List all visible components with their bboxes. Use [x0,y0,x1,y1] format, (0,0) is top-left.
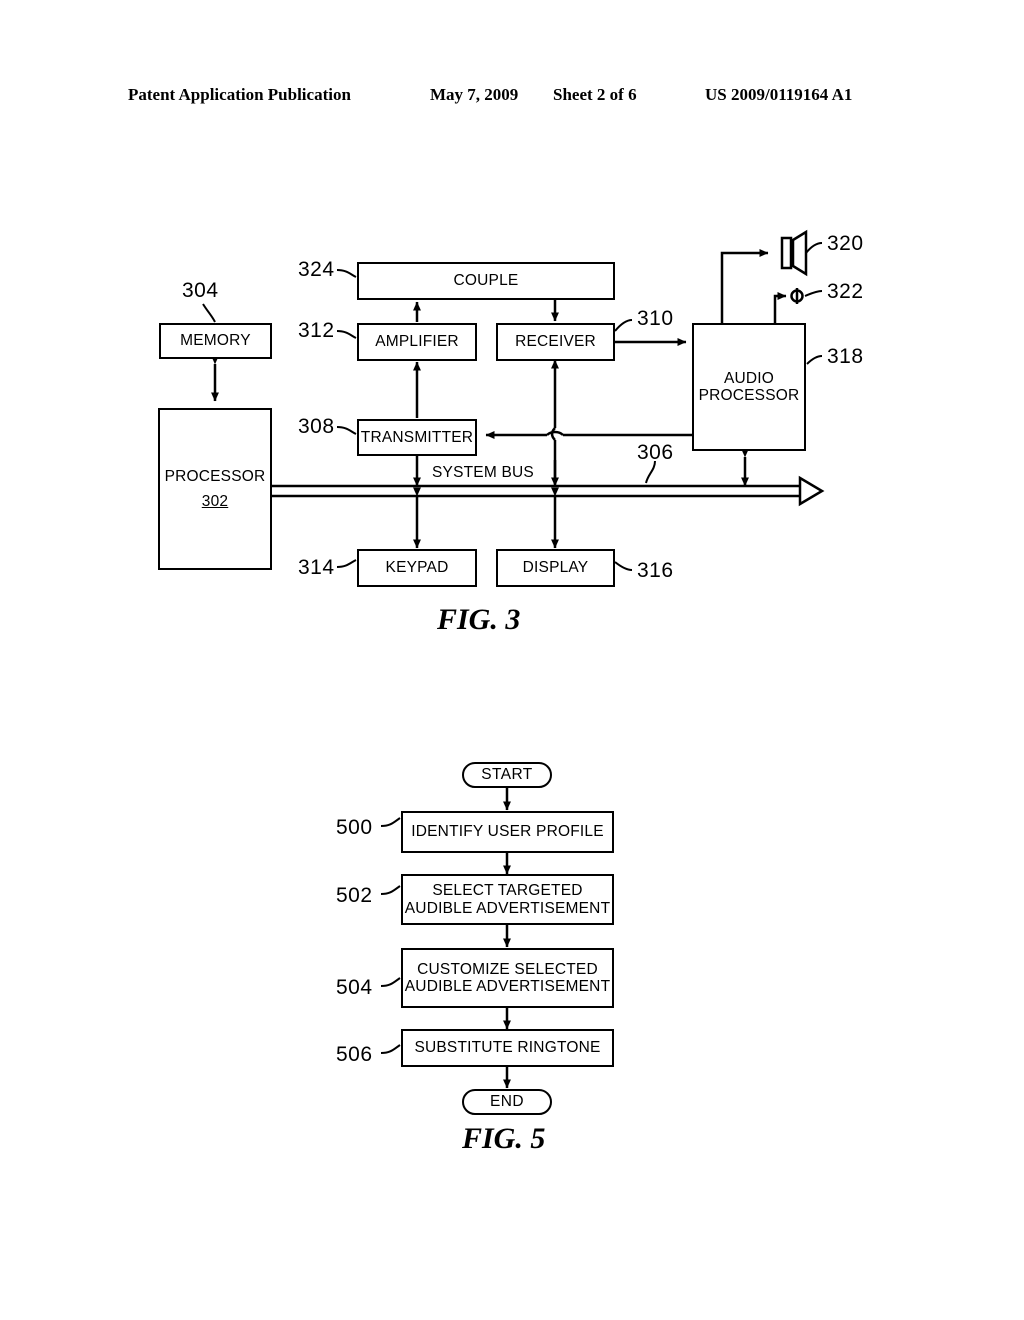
block-amplifier-label: AMPLIFIER [375,333,459,351]
flow-step-504-line1: CUSTOMIZE SELECTED [417,960,598,978]
flow-step-504-line2: AUDIBLE ADVERTISEMENT [404,978,611,995]
refnum-310-receiver: 310 [637,307,674,330]
flow-end-terminator[interactable]: END [462,1089,552,1115]
block-amplifier[interactable]: AMPLIFIER [357,323,477,361]
refnum-320-speaker: 320 [827,232,864,255]
flow-step-customize-selected-audible-advertisement[interactable]: CUSTOMIZE SELECTED AUDIBLE ADVERTISEMENT [401,948,614,1008]
refnum-316-display: 316 [637,559,674,582]
patent-number: US 2009/0119164 A1 [705,85,853,104]
refnum-318-audio-processor: 318 [827,345,864,368]
flow-step-select-targeted-audible-advertisement[interactable]: SELECT TARGETED AUDIBLE ADVERTISEMENT [401,874,614,925]
refnum-324-couple: 324 [298,258,335,281]
block-display[interactable]: DISPLAY [496,549,615,587]
block-transmitter[interactable]: TRANSMITTER [357,419,477,456]
block-memory[interactable]: MEMORY [159,323,272,359]
refnum-504: 504 [336,976,373,999]
block-couple-label: COUPLE [453,272,519,290]
flow-step-substitute-ringtone[interactable]: SUBSTITUTE RINGTONE [401,1029,614,1067]
block-audio-processor[interactable]: AUDIO PROCESSOR [692,323,806,451]
block-processor[interactable]: PROCESSOR 302 [158,408,272,570]
flow-step-identify-user-profile[interactable]: IDENTIFY USER PROFILE [401,811,614,853]
block-transmitter-label: TRANSMITTER [360,428,474,446]
block-audio-processor-label-line1: AUDIO [723,369,775,387]
flow-step-506-line1: SUBSTITUTE RINGTONE [414,1039,601,1057]
flow-step-500-line1: IDENTIFY USER PROFILE [411,823,604,841]
refnum-308-transmitter: 308 [298,415,335,438]
figure-3-caption: FIG. 3 [437,603,521,636]
figure-5-caption: FIG. 5 [462,1122,546,1155]
refnum-306-system-bus: 306 [637,441,674,464]
refnum-304-memory: 304 [182,279,219,302]
flow-step-502-line1: SELECT TARGETED [432,882,583,900]
block-couple[interactable]: COUPLE [357,262,615,300]
sheet-number: Sheet 2 of 6 [553,85,637,104]
refnum-314-keypad: 314 [298,556,335,579]
system-bus-label: SYSTEM BUS [432,464,534,481]
refnum-502: 502 [336,884,373,907]
refnum-506: 506 [336,1043,373,1066]
block-memory-label: MEMORY [180,332,251,350]
block-audio-processor-label-line2: PROCESSOR [698,387,800,404]
flow-step-502-line2: AUDIBLE ADVERTISEMENT [404,899,611,917]
refnum-312-amplifier: 312 [298,319,335,342]
flow-end-label: END [490,1093,524,1110]
flow-start-terminator[interactable]: START [462,762,552,788]
block-keypad-label: KEYPAD [385,559,449,577]
page-header: Patent Application Publication May 7, 20… [0,85,1024,115]
block-keypad[interactable]: KEYPAD [357,549,477,587]
publication-date: May 7, 2009 [430,85,519,104]
flow-start-label: START [481,766,533,783]
block-processor-label: PROCESSOR [164,468,266,486]
refnum-500: 500 [336,816,373,839]
refnum-322-microphone: 322 [827,280,864,303]
block-processor-ref: 302 [201,492,229,510]
block-receiver[interactable]: RECEIVER [496,323,615,361]
block-receiver-label: RECEIVER [515,333,596,351]
publication-title: Patent Application Publication [128,85,351,104]
block-display-label: DISPLAY [522,559,589,577]
